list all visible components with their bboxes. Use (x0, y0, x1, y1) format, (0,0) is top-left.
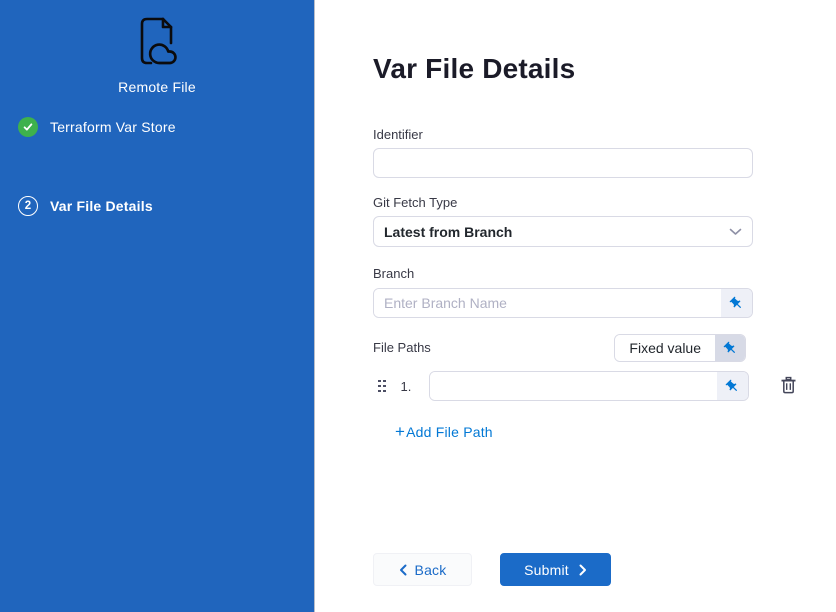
step-number-badge: 2 (18, 196, 38, 216)
var-file-details-panel: Var File Details Identifier Git Fetch Ty… (315, 0, 836, 612)
file-path-input[interactable] (430, 372, 717, 400)
git-fetch-type-field-group: Git Fetch Type Latest from Branch (373, 195, 836, 247)
add-file-path-label: Add File Path (406, 424, 493, 440)
step-complete-check-icon (18, 117, 38, 137)
file-paths-type-selector[interactable]: Fixed value (614, 334, 746, 362)
file-paths-label: File Paths (373, 340, 431, 356)
identifier-field-group: Identifier (373, 127, 836, 178)
step-label: Terraform Var Store (50, 119, 176, 135)
git-fetch-type-value: Latest from Branch (384, 224, 729, 240)
submit-button-label: Submit (524, 562, 569, 578)
branch-label: Branch (373, 266, 836, 282)
page-title: Var File Details (373, 52, 836, 86)
git-fetch-type-label: Git Fetch Type (373, 195, 836, 211)
identifier-input[interactable] (373, 148, 753, 178)
back-button-label: Back (415, 562, 447, 578)
remote-file-icon (133, 16, 181, 73)
identifier-label: Identifier (373, 127, 836, 143)
file-path-row: 1. (373, 371, 836, 401)
step-label: Var File Details (50, 198, 153, 214)
chevron-left-icon (399, 564, 407, 576)
file-path-row-index: 1. (401, 379, 417, 394)
wizard-sidebar: Remote File Terraform Var Store 2 Var Fi… (0, 0, 315, 612)
store-type-label: Remote File (118, 79, 196, 95)
file-path-input-type-pin-button[interactable] (717, 372, 748, 400)
file-path-input-wrapper (429, 371, 749, 401)
sidebar-step-terraform-var-store[interactable]: Terraform Var Store (0, 117, 314, 137)
fixed-value-pin-button[interactable] (715, 335, 745, 361)
store-type-block: Remote File (0, 16, 314, 95)
branch-input[interactable] (374, 289, 721, 317)
trash-icon (780, 376, 797, 397)
branch-field-group: Branch (373, 266, 836, 318)
footer-actions: Back Submit (373, 553, 836, 586)
branch-input-wrapper (373, 288, 753, 318)
add-file-path-button[interactable]: + Add File Path (395, 424, 493, 440)
branch-input-type-pin-button[interactable] (721, 289, 752, 317)
file-paths-header: File Paths Fixed value (373, 334, 753, 362)
plus-icon: + (395, 425, 405, 439)
chevron-down-icon (729, 223, 742, 241)
drag-handle-icon[interactable] (378, 380, 386, 393)
back-button[interactable]: Back (373, 553, 472, 586)
app-window: Remote File Terraform Var Store 2 Var Fi… (0, 0, 836, 612)
sidebar-step-var-file-details[interactable]: 2 Var File Details (0, 196, 314, 216)
file-paths-type-value: Fixed value (615, 335, 715, 361)
delete-file-path-button[interactable] (780, 376, 797, 396)
git-fetch-type-select[interactable]: Latest from Branch (373, 216, 753, 247)
submit-button[interactable]: Submit (500, 553, 611, 586)
chevron-right-icon (579, 564, 587, 576)
